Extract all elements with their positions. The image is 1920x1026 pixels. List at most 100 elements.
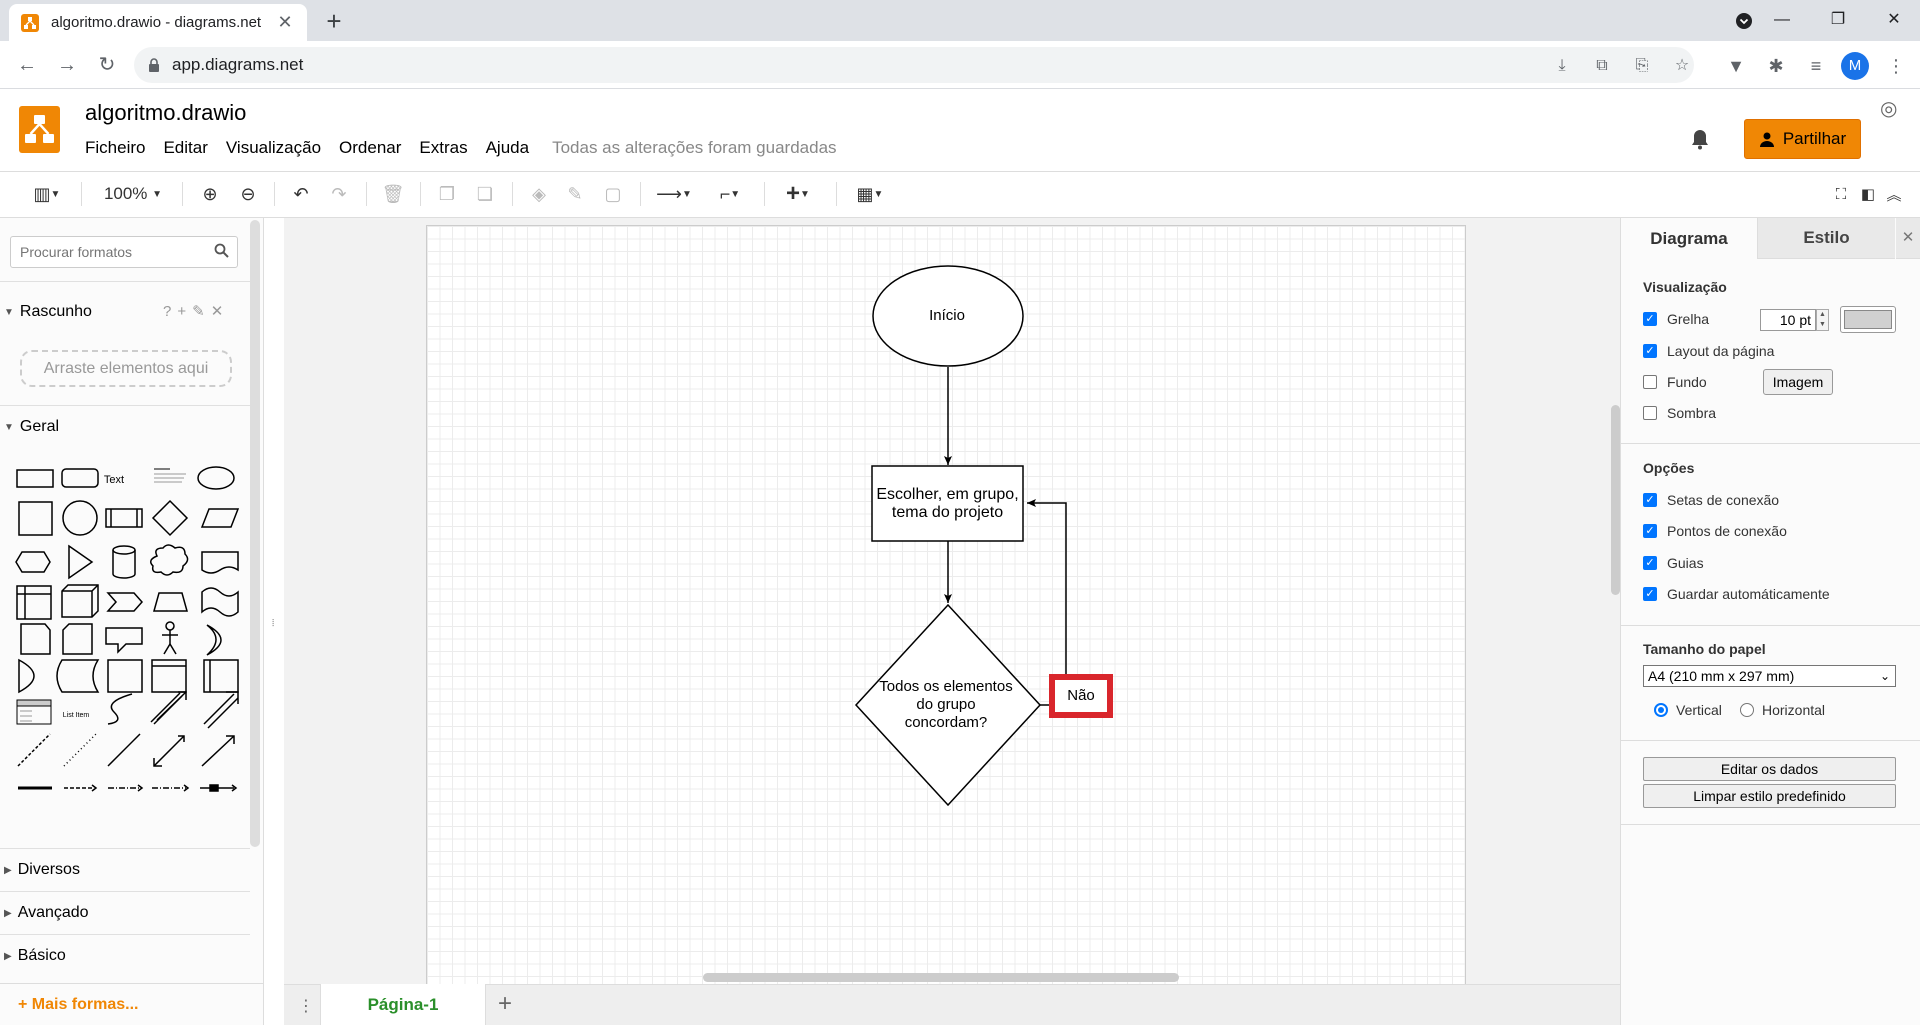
shape-list[interactable] <box>16 699 52 725</box>
shape-process[interactable] <box>105 508 143 528</box>
to-back-icon[interactable]: ❏ <box>470 178 500 210</box>
connection-arrows-option[interactable]: ✓ Setas de conexão <box>1643 492 1779 508</box>
menu-ficheiro[interactable]: Ficheiro <box>85 138 154 158</box>
shape-dashed-line[interactable] <box>17 733 51 767</box>
grid-checkbox[interactable]: ✓ <box>1643 312 1657 326</box>
general-section-header[interactable]: ▼ Geral <box>0 409 250 445</box>
shadow-option[interactable]: Sombra <box>1643 405 1716 421</box>
tab-diagrama[interactable]: Diagrama <box>1621 218 1757 259</box>
minimize-window-icon[interactable]: — <box>1754 0 1810 41</box>
shape-cylinder[interactable] <box>112 545 136 579</box>
shape-or[interactable] <box>206 624 222 656</box>
more-shapes-button[interactable]: + Mais formas... <box>0 983 264 1025</box>
pages-menu-icon[interactable]: ⋮ <box>298 996 314 1016</box>
extensions-puzzle-icon[interactable]: ✱ <box>1762 52 1790 80</box>
shape-stored-data[interactable] <box>56 659 100 693</box>
sidebar-section-avancado[interactable]: ▶ Avançado <box>0 895 250 931</box>
shape-textbox[interactable] <box>154 468 186 483</box>
connection-arrows-checkbox[interactable]: ✓ <box>1643 493 1657 507</box>
sidebar-section-basico[interactable]: ▶ Básico <box>0 938 250 974</box>
bookmark-star-icon[interactable]: ☆ <box>1671 55 1693 77</box>
forward-arrow-icon[interactable]: → <box>50 48 84 82</box>
shape-directional-connector[interactable] <box>201 735 235 767</box>
page-layout-option[interactable]: ✓ Layout da página <box>1643 343 1774 359</box>
translate-icon[interactable]: ⧉ <box>1591 55 1613 77</box>
shape-connector-block[interactable] <box>200 784 238 792</box>
new-tab-button[interactable]: + <box>318 6 350 38</box>
share-button[interactable]: Partilhar <box>1744 119 1861 159</box>
shape-callout[interactable] <box>105 627 143 654</box>
zoom-dropdown[interactable]: 100% ▼ <box>96 178 170 210</box>
background-checkbox[interactable] <box>1643 375 1657 389</box>
profile-avatar[interactable]: M <box>1841 52 1869 80</box>
sidebar-section-diversos[interactable]: ▶ Diversos <box>0 852 250 888</box>
canvas-horizontal-scrollbar[interactable] <box>703 973 1179 982</box>
delete-trash-icon[interactable]: 🗑 <box>378 178 408 210</box>
redo-icon[interactable]: ↷ <box>324 178 354 210</box>
shape-arrow[interactable] <box>203 691 239 729</box>
background-option[interactable]: Fundo <box>1643 374 1707 390</box>
sidebar-resize-handle[interactable]: ⦙ <box>272 618 274 629</box>
install-app-icon[interactable]: ⤓ <box>1551 55 1573 77</box>
browser-tab[interactable]: algoritmo.drawio - diagrams.net ✕ <box>9 4 307 41</box>
page-tab-pagina-1[interactable]: Página-1 <box>320 984 486 1025</box>
maximize-window-icon[interactable]: ❐ <box>1810 0 1866 41</box>
reload-icon[interactable]: ↻ <box>90 48 124 82</box>
canvas-vertical-scrollbar[interactable] <box>1611 405 1620 595</box>
menu-editar[interactable]: Editar <box>154 138 216 158</box>
shape-hexagon[interactable] <box>15 551 51 573</box>
close-window-icon[interactable]: ✕ <box>1866 0 1920 41</box>
page-layout-checkbox[interactable]: ✓ <box>1643 344 1657 358</box>
document-title[interactable]: algoritmo.drawio <box>85 100 246 126</box>
shape-note[interactable] <box>20 623 51 655</box>
shape-connector-dashed[interactable] <box>64 784 98 792</box>
collapse-chevron-up-icon[interactable]: ︽ <box>1883 178 1905 210</box>
language-globe-icon[interactable]: ◎ <box>1880 96 1897 121</box>
shape-actor[interactable] <box>162 621 178 655</box>
autosave-option[interactable]: ✓ Guardar automáticamente <box>1643 586 1830 602</box>
shape-rectangle[interactable] <box>16 469 54 488</box>
add-page-button[interactable]: + <box>498 990 512 1018</box>
line-color-icon[interactable]: ✎ <box>560 178 590 210</box>
shape-vertical-swimlane[interactable] <box>203 659 239 693</box>
shape-triangle[interactable] <box>68 544 94 580</box>
shadow-icon[interactable]: ▢ <box>598 178 628 210</box>
edge-label-nao[interactable]: Não <box>1052 677 1110 715</box>
shape-cube[interactable] <box>61 584 99 618</box>
shape-rounded-rectangle[interactable] <box>61 468 99 488</box>
shape-step[interactable] <box>106 592 144 612</box>
address-bar[interactable]: app.diagrams.net <box>134 47 1694 83</box>
close-panel-icon[interactable]: ✕ <box>1896 218 1920 259</box>
shape-connector-label[interactable] <box>108 784 144 792</box>
shape-parallelogram[interactable] <box>200 508 240 528</box>
shape-line[interactable] <box>107 733 141 767</box>
notifications-bell-icon[interactable] <box>1690 128 1710 156</box>
zoom-out-icon[interactable]: ⊖ <box>234 178 262 210</box>
edit-pencil-icon[interactable]: ✎ <box>192 303 211 320</box>
edit-data-button[interactable]: Editar os dados <box>1643 757 1896 781</box>
paper-size-select[interactable]: A4 (210 mm x 297 mm) ⌄ <box>1643 665 1896 687</box>
shape-list-item[interactable]: List Item <box>63 712 90 719</box>
menu-visualizacao[interactable]: Visualização <box>217 138 330 158</box>
landscape-option[interactable]: Horizontal <box>1740 702 1825 718</box>
grid-size-input[interactable]: 10 pt <box>1760 309 1816 331</box>
shape-circle[interactable] <box>62 500 98 536</box>
landscape-radio[interactable] <box>1740 703 1754 717</box>
menu-extras[interactable]: Extras <box>410 138 476 158</box>
tab-estilo[interactable]: Estilo <box>1757 218 1895 259</box>
shape-swimlane[interactable] <box>151 659 187 693</box>
shape-delay[interactable] <box>18 658 35 694</box>
shape-tape[interactable] <box>201 587 239 617</box>
clear-default-style-button[interactable]: Limpar estilo predefinido <box>1643 784 1896 808</box>
menu-ordenar[interactable]: Ordenar <box>330 138 410 158</box>
connection-points-checkbox[interactable]: ✓ <box>1643 524 1657 538</box>
help-icon[interactable]: ? <box>163 303 177 320</box>
grid-color-button[interactable] <box>1840 306 1896 333</box>
shape-text[interactable]: Text <box>104 474 124 486</box>
connection-style-icon[interactable]: ⟶ ▼ <box>652 178 696 210</box>
waypoints-icon[interactable]: ⌐ ▼ <box>708 178 752 210</box>
extension-vpn-icon[interactable]: ▼ <box>1722 52 1750 80</box>
shadow-checkbox[interactable] <box>1643 406 1657 420</box>
undo-icon[interactable]: ↶ <box>286 178 316 210</box>
browser-menu-icon[interactable]: ⋮ <box>1882 52 1910 80</box>
